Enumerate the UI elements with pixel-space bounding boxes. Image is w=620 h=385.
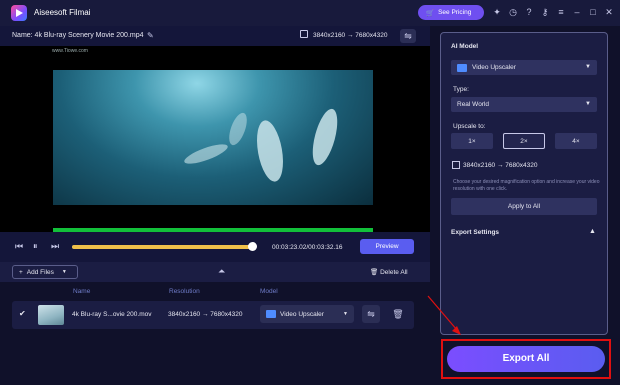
pause-icon[interactable]: ⏸	[33, 241, 38, 252]
key-icon[interactable]: ⚷	[540, 7, 550, 17]
dolphin-shape	[252, 118, 288, 184]
scale-4x-button[interactable]: 4×	[555, 133, 597, 149]
add-files-button[interactable]: + Add Files ▼	[12, 265, 78, 279]
apply-to-all-button[interactable]: Apply to All	[451, 198, 597, 215]
edit-name-icon[interactable]: ✎	[147, 31, 154, 40]
file-name: Name: 4k Blu-ray Scenery Movie 200.mp4	[12, 32, 144, 39]
chevron-down-icon: ▼	[585, 64, 591, 70]
row-delete-button[interactable]: 🗑	[389, 305, 407, 323]
ai-model-value: Video Upscaler	[472, 64, 516, 71]
minimize-icon[interactable]: –	[572, 7, 582, 17]
chevron-down-icon: ▼	[585, 101, 591, 107]
type-label: Type:	[453, 86, 469, 93]
see-pricing-label: See Pricing	[438, 9, 472, 16]
video-upscaler-icon	[457, 63, 467, 72]
resolution-icon	[300, 30, 308, 38]
export-settings-heading[interactable]: Export Settings	[451, 229, 499, 236]
seek-handle[interactable]	[248, 242, 258, 251]
skip-forward-icon[interactable]: ⏭	[51, 241, 59, 252]
dolphin-shape	[225, 110, 251, 148]
add-files-label: Add Files	[26, 268, 54, 276]
chevron-up-icon[interactable]: ▲	[589, 228, 596, 235]
settings-panel: AI Model Video Upscaler ▼ Type: Real Wor…	[440, 32, 608, 335]
panel-resolution: 3840x2160 → 7680x4320	[463, 162, 538, 169]
help-icon[interactable]: ?	[524, 7, 534, 17]
seek-bar[interactable]	[72, 242, 258, 251]
column-header-resolution: Resolution	[169, 288, 200, 295]
time-display: 00:03:23.02/00:03:32.16	[272, 244, 343, 251]
file-toolbar: + Add Files ▼ ⏶ 🗑 Delete All	[0, 262, 430, 282]
history-icon[interactable]: ◷	[508, 7, 518, 17]
collapse-icon[interactable]: ⏶	[218, 266, 225, 277]
upscale-label: Upscale to:	[453, 123, 486, 130]
upscale-hint: Choose your desired magnification option…	[453, 179, 600, 192]
chevron-down-icon: ▼	[61, 269, 67, 275]
app-title: Aiseesoft Filmai	[34, 8, 91, 17]
compare-button[interactable]: ⇋	[400, 29, 416, 43]
video-thumbnail	[38, 305, 64, 325]
dolphin-shape	[307, 106, 343, 168]
scale-2x-button[interactable]: 2×	[503, 133, 545, 149]
dolphin-shape	[182, 140, 230, 168]
trash-icon: 🗑	[370, 269, 379, 276]
export-highlight-box: Export All	[441, 339, 611, 379]
menu-icon[interactable]: ≡	[556, 7, 566, 17]
skip-back-icon[interactable]: ⏮	[15, 241, 23, 252]
row-resolution: 3840x2160 → 7680x4320	[168, 311, 243, 318]
close-icon[interactable]: ✕	[604, 7, 614, 17]
row-model-label: Video Upscaler	[280, 310, 324, 318]
plus-icon: +	[19, 268, 23, 276]
ai-model-select[interactable]: Video Upscaler ▼	[451, 60, 597, 75]
row-file-name: 4k Blu-ray S...ovie 200.mov	[72, 311, 152, 318]
maximize-icon[interactable]: □	[588, 7, 598, 17]
video-preview: www.Tiowe.com	[0, 46, 430, 232]
chevron-down-icon: ▼	[343, 311, 348, 317]
column-header-model: Model	[260, 288, 278, 295]
row-compare-button[interactable]: ⇋	[362, 305, 380, 323]
title-bar: Aiseesoft Filmai 🛒 See Pricing ✦ ◷ ? ⚷ ≡…	[0, 0, 620, 26]
video-upscaler-icon	[266, 310, 276, 318]
ai-model-heading: AI Model	[451, 43, 479, 50]
resolution-icon	[452, 161, 460, 169]
gift-icon[interactable]: ✦	[492, 7, 502, 17]
video-frame	[53, 70, 373, 205]
type-value: Real World	[457, 101, 490, 108]
row-checkbox[interactable]: ✔	[19, 309, 26, 318]
file-resolution: 3840x2160 → 7680x4320	[313, 32, 388, 39]
delete-all-label: Delete All	[380, 269, 408, 276]
column-header-name: Name	[73, 288, 91, 295]
seek-bar-fill	[72, 245, 253, 249]
export-all-button[interactable]: Export All	[447, 346, 605, 372]
type-select[interactable]: Real World ▼	[451, 97, 597, 112]
app-logo	[11, 5, 27, 21]
row-model-select[interactable]: Video Upscaler ▼	[260, 305, 354, 323]
preview-button[interactable]: Preview	[360, 239, 414, 254]
table-row[interactable]: ✔ 4k Blu-ray S...ovie 200.mov 3840x2160 …	[12, 301, 414, 329]
watermark: www.Tiowe.com	[52, 48, 88, 54]
player-controls: ⏮ ⏸ ⏭ 00:03:23.02/00:03:32.16 Preview	[0, 232, 430, 262]
see-pricing-button[interactable]: 🛒 See Pricing	[418, 5, 484, 20]
scale-1x-button[interactable]: 1×	[451, 133, 493, 149]
delete-all-button[interactable]: 🗑 Delete All	[370, 268, 408, 276]
cart-icon: 🛒	[426, 9, 435, 17]
